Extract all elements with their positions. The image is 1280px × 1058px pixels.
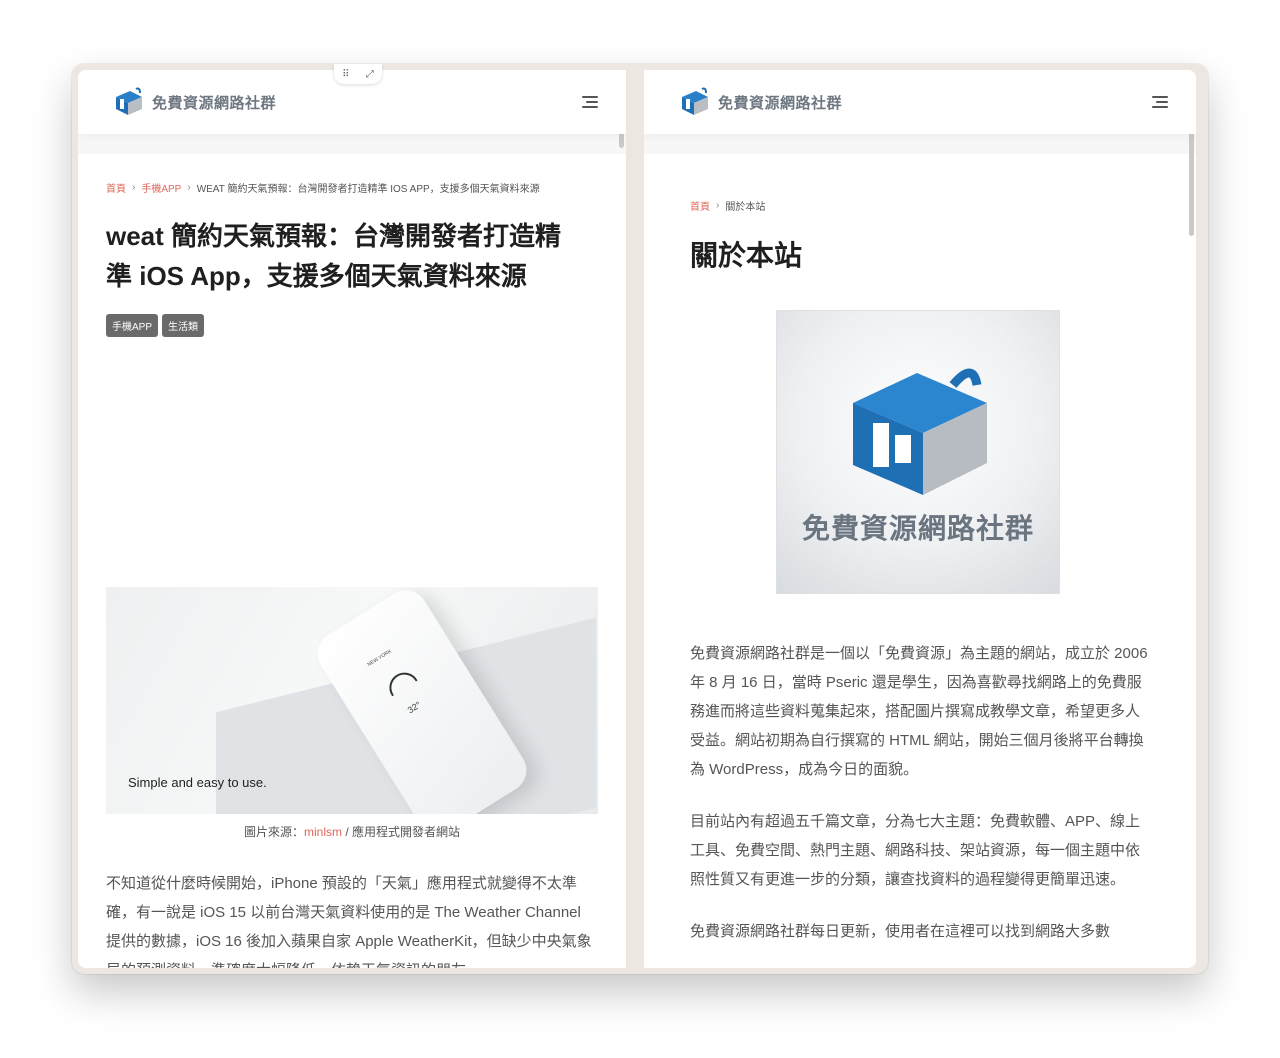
image-credit-suffix: / 應用程式開發者網站	[342, 825, 461, 839]
right-pane: 免費資源網路社群 首頁 › 關於本站 關於本站 免費資源網路社群 免費資源網路社…	[644, 70, 1196, 968]
site-logo-icon	[116, 87, 142, 115]
breadcrumb-separator: ›	[187, 182, 191, 193]
split-view-window: ⠿ ⤢ 免費資源網路社群 首頁 › 手機APP › WEAT 簡約天氣預報：台灣…	[72, 64, 1208, 974]
split-divider[interactable]	[626, 70, 644, 968]
breadcrumb-current: WEAT 簡約天氣預報：台灣開發者打造精準 IOS APP，支援多個天氣資料來源	[196, 184, 540, 195]
tag-mobile-app[interactable]: 手機APP	[106, 314, 159, 337]
site-logo-image: 免費資源網路社群	[776, 310, 1060, 594]
hero-caption: Simple and easy to use.	[128, 775, 267, 790]
left-pane: 免費資源網路社群 首頁 › 手機APP › WEAT 簡約天氣預報：台灣開發者打…	[78, 70, 626, 968]
breadcrumb-separator: ›	[132, 182, 136, 193]
sun-icon	[383, 666, 418, 697]
site-name: 免費資源網路社群	[718, 94, 843, 112]
about-paragraph: 目前站內有超過五千篇文章，分為七大主題：免費軟體、APP、線上工具、免費空間、熱…	[690, 813, 1141, 888]
split-view-controls[interactable]: ⠿ ⤢	[334, 64, 382, 84]
site-brand[interactable]: 免費資源網路社群	[112, 87, 276, 117]
tag-lifestyle[interactable]: 生活類	[162, 314, 205, 337]
header-spacer	[644, 134, 1196, 154]
about-paragraph: 免費資源網路社群是一個以「免費資源」為主題的網站，成立於 2006 年 8 月 …	[690, 645, 1148, 778]
phone-temperature: 32°	[405, 699, 423, 716]
site-name: 免費資源網路社群	[152, 94, 277, 112]
article-content: 首頁 › 手機APP › WEAT 簡約天氣預報：台灣開發者打造精準 IOS A…	[78, 134, 626, 968]
drag-handle-icon[interactable]: ⠿	[342, 69, 349, 80]
site-header: 免費資源網路社群	[644, 70, 1196, 134]
page-title: 關於本站	[690, 240, 803, 271]
expand-icon[interactable]: ⤢	[366, 69, 374, 80]
breadcrumb-home-link[interactable]: 首頁	[106, 180, 126, 195]
hero-image: NEW YORK 32° Simple and easy to use.	[106, 587, 598, 814]
image-credit: 圖片來源：minlsm / 應用程式開發者網站	[106, 823, 598, 840]
about-paragraph: 免費資源網路社群每日更新，使用者在這裡可以找到網路大多數	[690, 923, 1111, 940]
site-logo-icon	[682, 87, 708, 115]
article-title: weat 簡約天氣預報：台灣開發者打造精準 iOS App，支援多個天氣資料來源	[106, 221, 562, 291]
logo-wordmark: 免費資源網路社群	[801, 513, 1034, 544]
hamburger-menu-icon[interactable]	[580, 96, 598, 108]
breadcrumb-separator: ›	[716, 200, 720, 211]
header-spacer	[78, 134, 626, 154]
image-credit-link[interactable]: minlsm	[304, 825, 342, 839]
article-tags: 手機APP 生活類	[106, 314, 205, 337]
image-credit-prefix: 圖片來源：	[243, 825, 304, 839]
breadcrumb-current: 關於本站	[725, 202, 766, 213]
article-body: 不知道從什麼時候開始，iPhone 預設的「天氣」應用程式就變得不太準確，有一說…	[106, 875, 592, 968]
site-brand[interactable]: 免費資源網路社群	[678, 87, 842, 117]
breadcrumb-category-link[interactable]: 手機APP	[141, 180, 181, 195]
cube-logo-icon	[853, 368, 987, 495]
hamburger-menu-icon[interactable]	[1150, 96, 1168, 108]
page-content: 首頁 › 關於本站 關於本站 免費資源網路社群 免費資源網路社群是一個以「免費資…	[644, 134, 1196, 968]
phone-city: NEW YORK	[366, 648, 393, 669]
breadcrumb: 首頁 › 關於本站	[690, 198, 765, 213]
breadcrumb: 首頁 › 手機APP › WEAT 簡約天氣預報：台灣開發者打造精準 IOS A…	[106, 180, 540, 195]
breadcrumb-home-link[interactable]: 首頁	[690, 198, 710, 213]
about-body: 免費資源網路社群是一個以「免費資源」為主題的網站，成立於 2006 年 8 月 …	[690, 639, 1148, 968]
